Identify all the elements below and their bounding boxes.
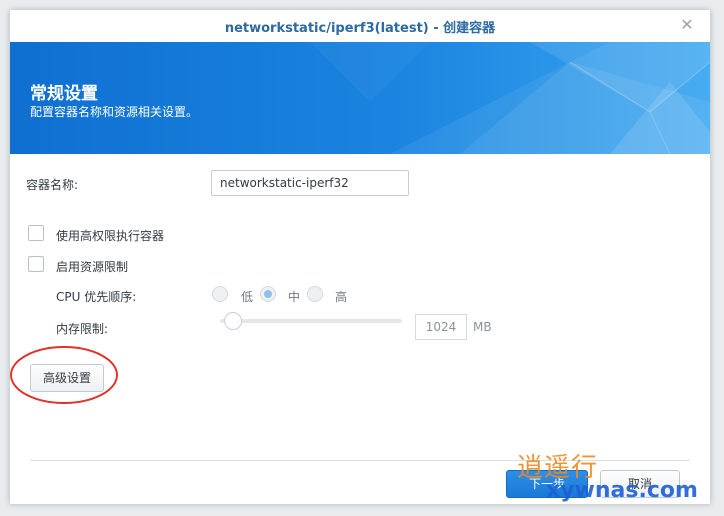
- wizard-banner: 常规设置 配置容器名称和资源相关设置。: [10, 42, 710, 154]
- cpu-priority-low-label: 低: [241, 290, 254, 304]
- banner-subtitle: 配置容器名称和资源相关设置。: [30, 105, 199, 119]
- privileged-checkbox[interactable]: [28, 225, 44, 241]
- cpu-priority-label: CPU 优先顺序:: [56, 290, 137, 304]
- container-name-label: 容器名称:: [26, 178, 79, 192]
- dialog-title: networkstatic/iperf3(latest) - 创建容器: [224, 21, 496, 36]
- resource-limit-checkbox[interactable]: [28, 256, 44, 272]
- memory-limit-input[interactable]: 1024: [415, 314, 467, 340]
- cpu-priority-medium-radio[interactable]: [260, 286, 276, 302]
- memory-slider-thumb[interactable]: [223, 312, 242, 330]
- watermark-site: xywnas.com: [546, 478, 698, 503]
- dialog-titlebar: networkstatic/iperf3(latest) - 创建容器 ✕: [10, 10, 710, 42]
- memory-unit-label: MB: [473, 320, 492, 334]
- privileged-label: 使用高权限执行容器: [56, 229, 165, 243]
- banner-decoration: [310, 42, 710, 154]
- cpu-priority-high-radio[interactable]: [307, 286, 323, 302]
- memory-limit-label: 内存限制:: [56, 322, 109, 336]
- close-icon[interactable]: ✕: [676, 14, 698, 36]
- highlight-annotation-circle: [10, 346, 118, 404]
- cpu-priority-low-radio[interactable]: [212, 286, 228, 302]
- banner-title: 常规设置: [30, 84, 98, 104]
- memory-slider-track[interactable]: [220, 319, 402, 323]
- create-container-dialog: networkstatic/iperf3(latest) - 创建容器 ✕ 常规…: [10, 10, 710, 504]
- resource-limit-label: 启用资源限制: [56, 260, 129, 274]
- cpu-priority-medium-label: 中: [288, 290, 301, 304]
- cpu-priority-high-label: 高: [335, 290, 348, 304]
- container-name-input[interactable]: networkstatic-iperf32: [211, 170, 409, 196]
